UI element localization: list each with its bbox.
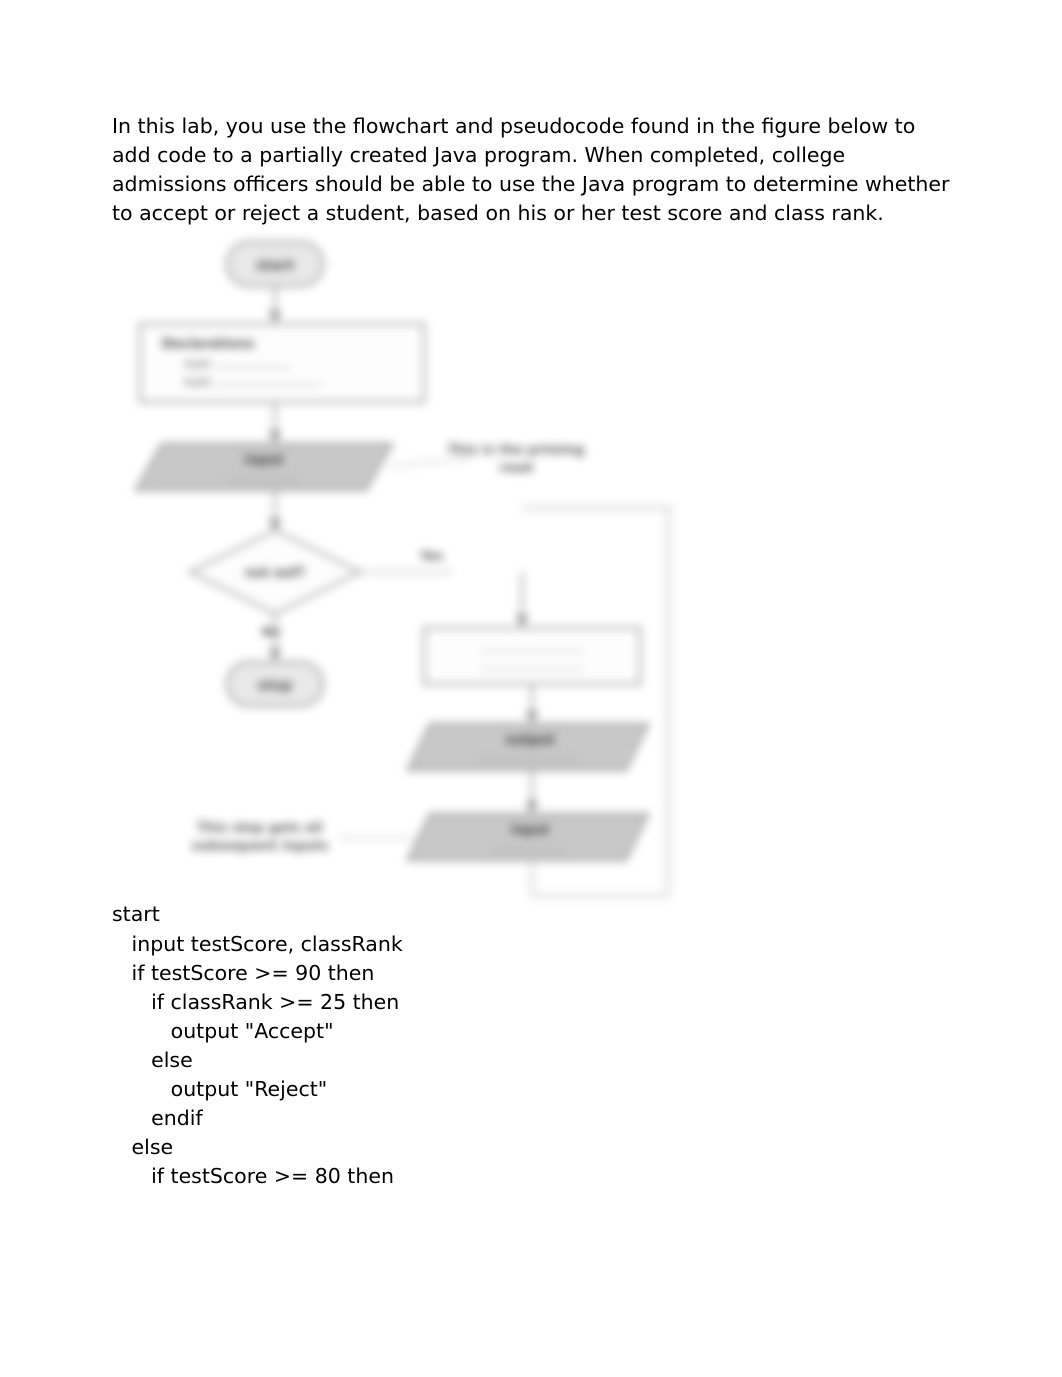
pseudocode-line: if testScore >= 80 then xyxy=(112,1164,394,1188)
flowchart-svg: start Declarations num .................… xyxy=(112,232,672,906)
flowchart-loop-note: This step gets all xyxy=(197,821,323,836)
svg-text:num .........................: num ............................ xyxy=(184,375,322,389)
svg-text:num ....................: num .................... xyxy=(184,357,291,371)
pseudocode-line: else xyxy=(112,1048,193,1072)
svg-text:subsequent inputs: subsequent inputs xyxy=(192,839,329,854)
svg-text:..............................: .............................. xyxy=(480,660,585,673)
flowchart-yes-label: Yes xyxy=(419,549,443,563)
flowchart-no-label: No xyxy=(262,625,280,639)
svg-text:.....................: ..................... xyxy=(225,471,298,484)
flowchart-declarations-text: Declarations xyxy=(162,337,255,352)
pseudocode-line: if testScore >= 90 then xyxy=(112,961,374,985)
pseudocode-line: output "Accept" xyxy=(112,1019,334,1043)
svg-text:.....................: ..................... xyxy=(491,840,564,853)
svg-text:read: read xyxy=(499,461,532,476)
pseudocode-line: if classRank >= 25 then xyxy=(112,990,399,1014)
intro-paragraph: In this lab, you use the flowchart and p… xyxy=(112,112,950,228)
pseudocode-block: start input testScore, classRank if test… xyxy=(112,900,950,1191)
pseudocode-line: endif xyxy=(112,1106,203,1130)
flowchart-start-label: start xyxy=(256,258,294,274)
pseudocode-line: output "Reject" xyxy=(112,1077,327,1101)
flowchart-priming-note: This is the priming xyxy=(447,443,584,458)
flowchart-output-label: output xyxy=(505,733,554,748)
flowchart-loop-input-label: input xyxy=(511,823,550,838)
document-page: In this lab, you use the flowchart and p… xyxy=(0,0,1062,1192)
pseudocode-line: input testScore, classRank xyxy=(112,932,403,956)
flowchart-figure: start Declarations num .................… xyxy=(112,232,672,906)
pseudocode-line: else xyxy=(112,1135,173,1159)
svg-text:..............................: .............................. xyxy=(480,642,585,655)
flowchart-stop-label: stop xyxy=(258,678,293,694)
svg-text:..............................: .............................. xyxy=(476,750,581,763)
flowchart-decision-label: not eof? xyxy=(245,566,305,581)
flowchart-input-label: input xyxy=(245,453,284,468)
